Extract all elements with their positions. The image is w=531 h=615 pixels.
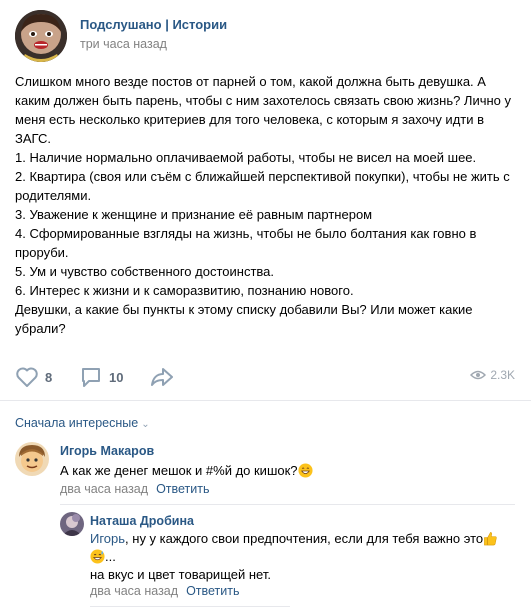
comment-text: А как же денег мешок и #%й до кишок? (60, 462, 313, 480)
post-actions: 8 10 2.3K (15, 364, 525, 394)
views-counter: 2.3K (470, 368, 515, 382)
post-paragraph: 1. Наличие нормально оплачиваемой работы… (15, 150, 477, 165)
comment: Игорь Макаров А как же денег мешок и #%й… (15, 442, 515, 502)
comments-sort-dropdown[interactable]: Сначала интересные ⌄ (15, 416, 150, 430)
sweat-smile-emoji-icon (90, 549, 105, 564)
mention-link[interactable]: Игорь (90, 531, 125, 546)
comment-text-line: ... (105, 549, 116, 564)
post-paragraph: Слишком много везде постов от парней о т… (15, 74, 512, 146)
thumbs-up-emoji-icon (484, 532, 497, 546)
post-paragraph: Девушки, а какие бы пункты к этому списк… (15, 302, 473, 336)
comment-author[interactable]: Игорь Макаров (60, 444, 154, 458)
comment-text: Игорь, ну у каждого свои предпочтения, е… (90, 530, 520, 584)
comment-count: 10 (109, 369, 124, 385)
post-author[interactable]: Подслушано | Истории (80, 17, 227, 32)
post-paragraph: 3. Уважение к женщине и признание её рав… (15, 207, 373, 222)
like-count: 8 (45, 369, 53, 385)
comment-author[interactable]: Наташа Дробина (90, 514, 194, 528)
commenter-avatar[interactable] (60, 512, 84, 536)
views-count: 2.3K (490, 368, 515, 382)
comment-time[interactable]: два часа назад (60, 482, 148, 496)
share-button[interactable] (149, 364, 175, 390)
community-avatar[interactable] (15, 10, 67, 62)
post-text: Слишком много везде постов от парней о т… (15, 72, 515, 338)
reply-button[interactable]: Ответить (186, 584, 239, 598)
sort-label: Сначала интересные (15, 416, 139, 430)
comment-separator (60, 504, 515, 505)
share-icon (151, 368, 173, 386)
comment-text-line: на вкус и цвет товарищей нет. (90, 567, 271, 582)
eye-icon (470, 370, 487, 380)
post-header: Подслушано | Истории три часа назад (15, 10, 515, 62)
post-paragraph: 5. Ум и чувство собственного достоинства… (15, 264, 274, 279)
post-paragraph: 4. Сформированные взгляды на жизнь, чтоб… (15, 226, 477, 260)
chevron-down-icon: ⌄ (141, 419, 150, 430)
comment-button[interactable]: 10 (79, 364, 123, 390)
commenter-avatar[interactable] (15, 442, 49, 476)
comment-meta: два часа назад Ответить (60, 482, 210, 496)
comment-text-line: , ну у каждого свои предпочтения, если д… (125, 531, 484, 546)
comment-meta: два часа назад Ответить (90, 584, 240, 598)
reply-button[interactable]: Ответить (156, 482, 209, 496)
like-button[interactable]: 8 (15, 364, 52, 390)
comment-text-content: А как же денег мешок и #%й до кишок? (60, 463, 298, 478)
grin-emoji-icon (298, 463, 313, 478)
post-time[interactable]: три часа назад (80, 37, 167, 51)
divider (0, 400, 531, 401)
comment-icon (82, 368, 100, 387)
comment-separator (90, 606, 290, 607)
post-paragraph: 2. Квартира (своя или съём с ближайшей п… (15, 169, 510, 203)
post-paragraph: 6. Интерес к жизни и к саморазвитию, поз… (15, 283, 354, 298)
comment-reply: Наташа Дробина Игорь, ну у каждого свои … (60, 512, 520, 604)
comment-time[interactable]: два часа назад (90, 584, 178, 598)
heart-icon (16, 367, 38, 387)
